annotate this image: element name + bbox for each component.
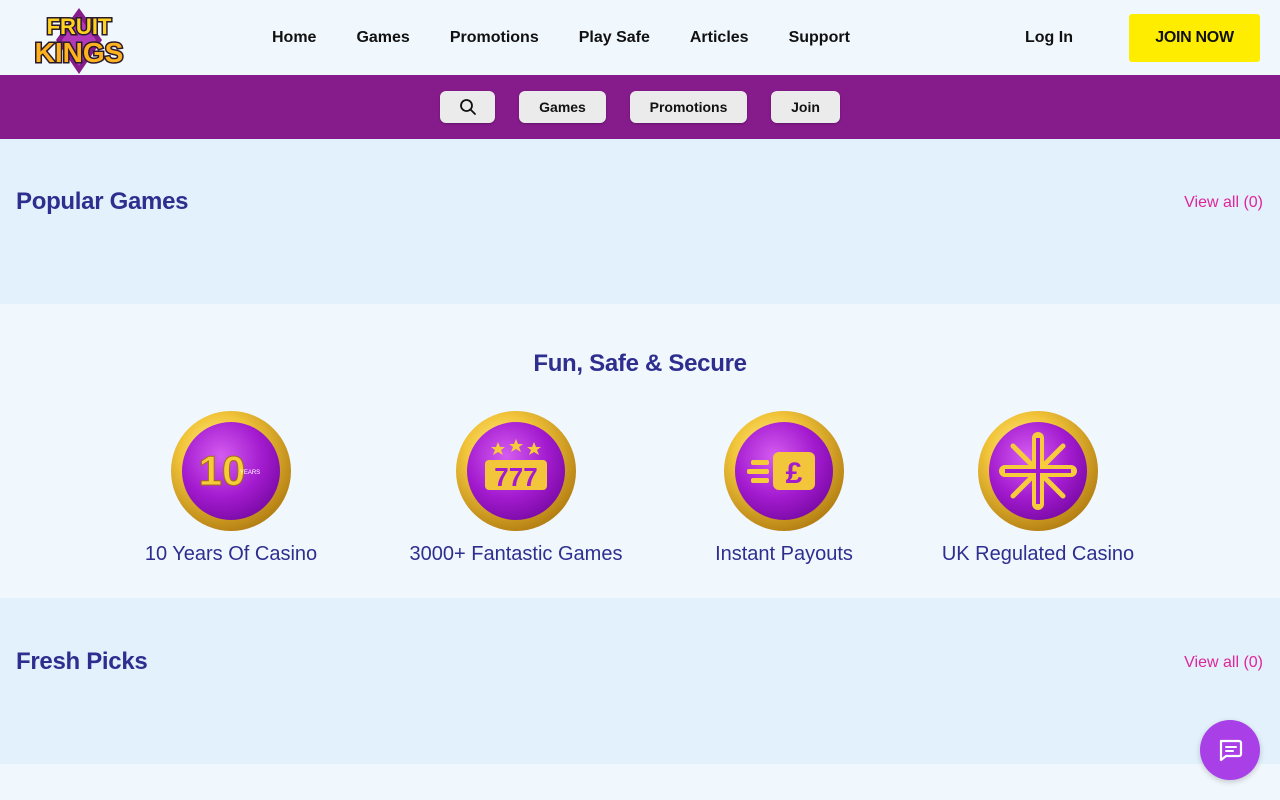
svg-text:KINGS: KINGS <box>35 37 124 68</box>
nav-item-play-safe[interactable]: Play Safe <box>579 29 650 47</box>
sub-nav-join-button[interactable]: Join <box>771 91 840 123</box>
sub-nav-bar: Games Promotions Join <box>0 75 1280 139</box>
popular-games-title: Popular Games <box>16 188 189 215</box>
popular-games-view-all-link[interactable]: View all (0) <box>1184 194 1263 212</box>
union-jack-icon <box>978 411 1098 531</box>
svg-text:£: £ <box>786 457 803 490</box>
sub-nav-games-button[interactable]: Games <box>519 91 606 123</box>
svg-text:YEARS: YEARS <box>240 470 260 476</box>
fast-pound-icon: £ <box>724 411 844 531</box>
login-link[interactable]: Log In <box>1025 29 1073 47</box>
nav-item-home[interactable]: Home <box>272 29 316 47</box>
join-now-button[interactable]: JOIN NOW <box>1129 14 1260 62</box>
feature-label: 10 Years Of Casino <box>144 543 318 565</box>
svg-text:10: 10 <box>199 447 246 494</box>
sub-nav-promotions-button[interactable]: Promotions <box>630 91 747 123</box>
chat-button[interactable] <box>1200 720 1260 780</box>
nav-item-support[interactable]: Support <box>789 29 850 47</box>
feature-uk-regulated: UK Regulated Casino <box>938 410 1138 566</box>
fresh-picks-title: Fresh Picks <box>16 648 148 675</box>
next-section <box>0 764 1280 800</box>
popular-games-section <box>0 139 1280 304</box>
feature-instant-payouts: £ Instant Payouts <box>704 410 864 566</box>
fresh-picks-view-all-link[interactable]: View all (0) <box>1184 654 1263 672</box>
fresh-picks-section <box>0 598 1280 764</box>
feature-fantastic-games: 777 3000+ Fantastic Games <box>401 410 631 566</box>
slot-777-icon: 777 <box>456 411 576 531</box>
feature-label: Instant Payouts <box>715 543 853 565</box>
search-button[interactable] <box>440 91 495 123</box>
svg-text:777: 777 <box>494 462 537 492</box>
nav-item-promotions[interactable]: Promotions <box>450 29 539 47</box>
nav-item-articles[interactable]: Articles <box>690 29 749 47</box>
nav-item-games[interactable]: Games <box>356 29 409 47</box>
fruit-kings-logo[interactable]: FRUIT KINGS <box>18 4 140 76</box>
chat-bubble-icon <box>1219 739 1243 762</box>
feature-label: 3000+ Fantastic Games <box>409 543 623 565</box>
main-nav: Home Games Promotions Play Safe Articles… <box>272 0 890 75</box>
feature-ten-years: 10 YEARS 10 Years Of Casino <box>141 410 321 566</box>
ten-years-icon: 10 YEARS <box>171 411 291 531</box>
svg-text:FRUIT: FRUIT <box>47 14 112 39</box>
fun-safe-secure-title: Fun, Safe & Secure <box>533 350 747 377</box>
site-header: FRUIT KINGS Home Games Promotions Play S… <box>0 0 1280 75</box>
feature-label: UK Regulated Casino <box>941 543 1135 565</box>
logo-graphic: FRUIT KINGS <box>33 8 125 74</box>
search-icon <box>459 99 476 115</box>
